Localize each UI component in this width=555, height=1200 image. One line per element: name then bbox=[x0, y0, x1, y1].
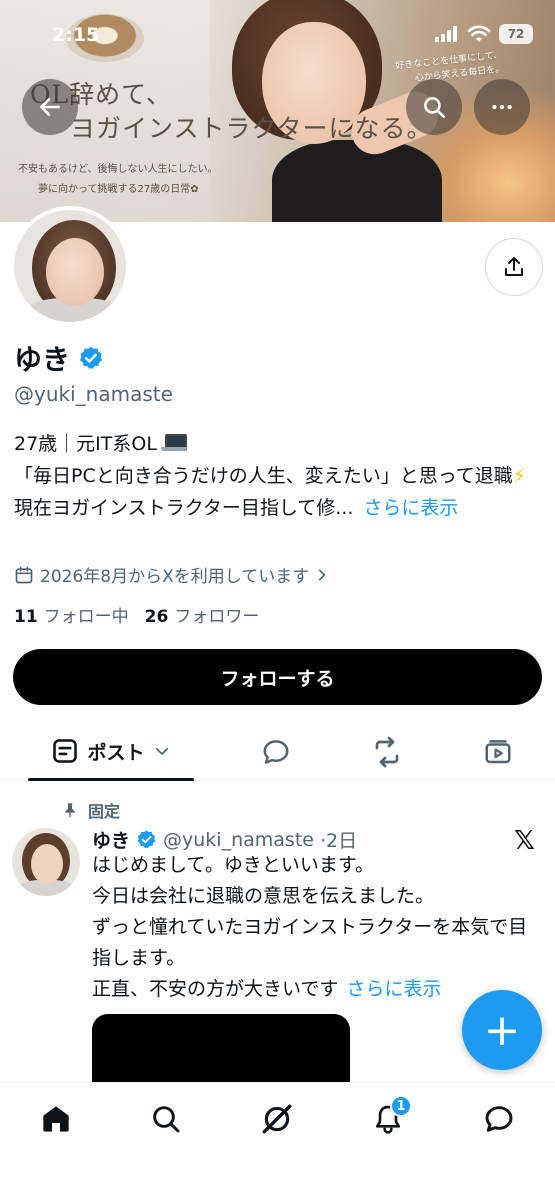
bio-line3: 現在ヨガインストラクター目指して修... bbox=[14, 497, 354, 519]
search-icon bbox=[424, 97, 446, 119]
tab-posts-label: ポスト bbox=[87, 741, 145, 764]
chevron-right-icon bbox=[319, 569, 326, 580]
repost-icon bbox=[375, 736, 399, 768]
lightning-emoji-icon: ⚡ bbox=[512, 465, 527, 487]
calendar-icon bbox=[15, 566, 33, 583]
status-icons: 72 bbox=[435, 24, 533, 44]
bio-line1: 27歳｜元IT系OL bbox=[14, 433, 157, 455]
back-button[interactable] bbox=[22, 79, 78, 135]
tab-reposts[interactable] bbox=[371, 736, 403, 768]
banner-headline: OL辞めて、 ヨガインストラクターになる。 bbox=[30, 78, 433, 146]
tab-posts[interactable]: ポスト bbox=[28, 722, 194, 781]
nav-messages[interactable] bbox=[477, 1097, 521, 1141]
tab-replies[interactable] bbox=[260, 736, 292, 768]
pinned-indicator: 固定 bbox=[62, 798, 120, 822]
battery-indicator: 72 bbox=[499, 24, 533, 44]
verified-badge-icon bbox=[137, 830, 156, 849]
pin-icon bbox=[65, 803, 75, 818]
search-button[interactable] bbox=[406, 79, 462, 135]
post-author-name[interactable]: ゆき bbox=[92, 826, 130, 853]
wifi-icon bbox=[467, 25, 491, 42]
follow-stats: 11 フォロー中 26 フォロワー bbox=[14, 602, 259, 627]
post-header: ゆき @yuki_namaste ·2日 bbox=[92, 826, 357, 853]
notification-badge: 1 bbox=[390, 1095, 412, 1117]
posts-tab-icon bbox=[53, 739, 78, 763]
profile-tabs: ポスト bbox=[0, 722, 555, 781]
banner-headline-line2: ヨガインストラクターになる。 bbox=[70, 114, 433, 143]
banner-sub-line1: 不安もあるけど、後悔しない人生にしたい。 bbox=[18, 164, 218, 175]
joined-text: 2026年8月からXを利用しています bbox=[40, 567, 310, 587]
profile-name: ゆき bbox=[14, 343, 71, 376]
tab-media[interactable] bbox=[482, 736, 514, 768]
reply-bubble-icon bbox=[263, 740, 289, 764]
search-icon bbox=[153, 1106, 180, 1133]
profile-name-row: ゆき bbox=[14, 338, 104, 378]
signal-icon bbox=[435, 26, 457, 42]
followers-link[interactable]: 26 フォロワー bbox=[145, 602, 260, 627]
post-author-avatar[interactable] bbox=[12, 828, 80, 896]
nav-notifications[interactable]: 1 bbox=[366, 1095, 412, 1141]
following-count: 11 bbox=[14, 607, 38, 627]
chat-bubble-icon bbox=[485, 1106, 513, 1132]
video-media-icon bbox=[485, 740, 511, 764]
home-icon bbox=[43, 1106, 69, 1132]
bio-line2: 「毎日PCと向き合うだけの人生、変えたい」と思って退職 bbox=[14, 465, 513, 487]
bio-show-more-link[interactable]: さらに表示 bbox=[363, 497, 458, 519]
following-label: フォロー中 bbox=[43, 607, 129, 627]
follow-button[interactable]: フォローする bbox=[13, 649, 542, 705]
chevron-down-icon bbox=[155, 747, 168, 755]
joined-date[interactable]: 2026年8月からXを利用しています bbox=[14, 562, 329, 587]
profile-bio: 27歳｜元IT系OL 「毎日PCと向き合うだけの人生、変えたい」と思って退職⚡ … bbox=[14, 428, 544, 524]
post-author-handle[interactable]: @yuki_namaste bbox=[163, 829, 314, 851]
status-time: 2:15 bbox=[52, 24, 100, 46]
bottom-nav: 1 bbox=[0, 1082, 555, 1200]
nav-home[interactable] bbox=[34, 1097, 78, 1141]
share-profile-button[interactable] bbox=[485, 238, 543, 296]
nav-search[interactable] bbox=[144, 1097, 188, 1141]
post-time: ·2日 bbox=[319, 830, 358, 852]
post-line3: ずっと憧れていたヨガインストラクターを本気で目指します。 bbox=[92, 916, 528, 969]
post-line4: 正直、不安の方が大きいです bbox=[92, 978, 339, 1000]
nav-grok[interactable] bbox=[255, 1097, 299, 1141]
post-text: はじめまして。ゆきといいます。 今日は会社に退職の意思を伝えました。 ずっと憧れ… bbox=[92, 850, 544, 1005]
arrow-left-icon bbox=[40, 98, 60, 116]
followers-count: 26 bbox=[144, 607, 169, 627]
banner-sub-line2: 夢に向かって挑戦する27歳の日常✿ bbox=[38, 184, 199, 195]
profile-handle: @yuki_namaste bbox=[14, 382, 173, 406]
followers-label: フォロワー bbox=[174, 607, 260, 627]
more-options-button[interactable] bbox=[474, 79, 530, 135]
compose-post-button[interactable]: + bbox=[462, 990, 542, 1070]
post-show-more-link[interactable]: さらに表示 bbox=[346, 978, 441, 1000]
verified-badge-icon[interactable] bbox=[78, 345, 104, 371]
profile-avatar[interactable] bbox=[10, 206, 130, 326]
grok-icon bbox=[262, 1104, 292, 1134]
following-link[interactable]: 11 フォロー中 bbox=[14, 602, 129, 627]
banner-subtitle: 不安もあるけど、後悔しない人生にしたい。 夢に向かって挑戦する27歳の日常✿ bbox=[18, 160, 218, 200]
laptop-emoji-icon bbox=[160, 434, 187, 452]
more-icon bbox=[492, 104, 512, 110]
pinned-label: 固定 bbox=[88, 802, 121, 821]
post-line1: はじめまして。ゆきといいます。 bbox=[92, 854, 374, 876]
share-icon bbox=[505, 257, 523, 276]
post-line2: 今日は会社に退職の意思を伝えました。 bbox=[92, 885, 435, 907]
